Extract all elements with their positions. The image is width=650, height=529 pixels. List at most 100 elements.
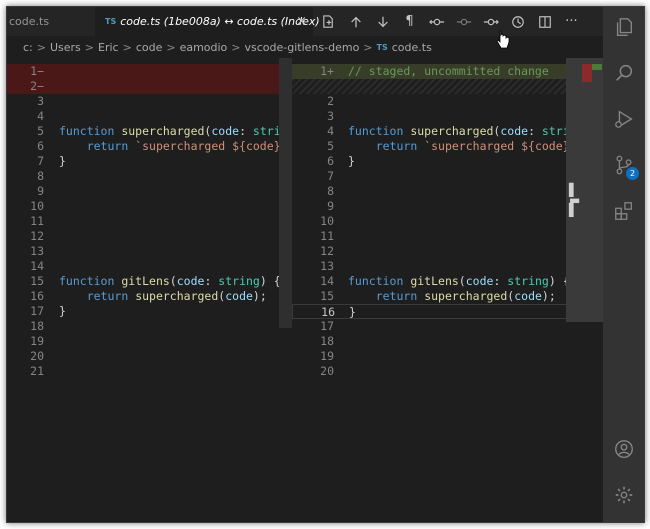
chevron-right-icon: > bbox=[122, 40, 132, 54]
code-line[interactable]: 11 bbox=[292, 229, 603, 244]
code-line[interactable]: 20 bbox=[292, 364, 603, 379]
code-line[interactable]: 19 bbox=[292, 349, 603, 364]
code-line[interactable]: 2 bbox=[292, 94, 603, 109]
code-line[interactable]: 7} bbox=[7, 154, 292, 169]
code-line[interactable]: 15 function gitLens(code: string) { bbox=[7, 274, 292, 289]
line-number: 21 bbox=[30, 364, 44, 378]
chevron-right-icon: > bbox=[231, 40, 241, 54]
split-editor-icon[interactable] bbox=[531, 7, 558, 36]
line-number: 4 bbox=[37, 109, 44, 123]
breadcrumb-item[interactable]: code bbox=[136, 41, 163, 54]
line-number: 8 bbox=[37, 169, 44, 183]
line-code: return `supercharged ${code}`; bbox=[375, 139, 584, 153]
code-line[interactable]: 6 return `supercharged ${code}`; bbox=[7, 139, 292, 154]
line-number: 1− bbox=[30, 64, 44, 78]
code-line[interactable]: 20 bbox=[7, 349, 292, 364]
breadcrumb-item[interactable]: c: bbox=[23, 41, 33, 54]
pilcrow-icon[interactable]: ¶ bbox=[396, 7, 423, 36]
line-number: 2− bbox=[30, 79, 44, 93]
code-line[interactable]: 3 bbox=[292, 109, 603, 124]
line-number: 2 bbox=[327, 94, 334, 108]
code-line[interactable]: 5 return `supercharged ${code}`; bbox=[292, 139, 603, 154]
line-code: return supercharged(code); bbox=[86, 289, 267, 303]
open-file-icon[interactable] bbox=[315, 7, 342, 36]
line-number: 5 bbox=[37, 124, 44, 138]
breadcrumb-item[interactable]: eamodio bbox=[180, 41, 228, 54]
code-line[interactable]: 15 return supercharged(code); bbox=[292, 289, 603, 304]
arrow-up-icon[interactable] bbox=[342, 7, 369, 36]
line-number: 1+ bbox=[320, 64, 334, 78]
code-line[interactable]: 16} bbox=[292, 304, 603, 319]
code-line[interactable]: 8 bbox=[292, 184, 603, 199]
code-line[interactable]: 17 bbox=[292, 319, 603, 334]
line-number: 6 bbox=[37, 139, 44, 153]
code-line[interactable]: 21 bbox=[7, 364, 292, 379]
breadcrumb-item[interactable]: Users bbox=[50, 41, 81, 54]
code-line[interactable]: 16 return supercharged(code); bbox=[7, 289, 292, 304]
git-commit-icon[interactable] bbox=[423, 7, 450, 36]
arrow-down-icon[interactable] bbox=[369, 7, 396, 36]
explorer-icon[interactable] bbox=[603, 7, 644, 47]
account-icon[interactable] bbox=[603, 429, 644, 469]
code-line[interactable]: 6} bbox=[292, 154, 603, 169]
tab-bar: code.ts TS code.ts (1be008a) ↔ code.ts (… bbox=[7, 7, 603, 36]
line-number: 16 bbox=[321, 305, 335, 319]
code-line[interactable]: 14 bbox=[7, 259, 292, 274]
close-icon[interactable]: × bbox=[296, 14, 307, 29]
settings-gear-icon[interactable] bbox=[603, 475, 644, 515]
code-line[interactable]: 2− bbox=[7, 79, 292, 94]
line-number: 14 bbox=[30, 259, 44, 273]
line-code: } bbox=[59, 154, 66, 168]
breadcrumb-file[interactable]: code.ts bbox=[392, 41, 432, 54]
scroll-position-marker: ▌ ▬ ▌ bbox=[569, 183, 581, 217]
breadcrumb-item[interactable]: vscode-gitlens-demo bbox=[245, 41, 360, 54]
code-line[interactable]: 12 bbox=[292, 244, 603, 259]
line-number: 11 bbox=[320, 229, 334, 243]
code-line[interactable]: 12 bbox=[7, 229, 292, 244]
code-line[interactable]: 5 function supercharged(code: string bbox=[7, 124, 292, 139]
line-number: 18 bbox=[30, 319, 44, 333]
line-number: 13 bbox=[30, 244, 44, 258]
code-line[interactable]: 9 bbox=[292, 199, 603, 214]
chevron-right-icon: > bbox=[36, 40, 46, 54]
code-line[interactable]: 3 bbox=[7, 94, 292, 109]
line-code: } bbox=[59, 304, 66, 318]
vscode-window: code.ts TS code.ts (1be008a) ↔ code.ts (… bbox=[6, 6, 645, 523]
line-number: 18 bbox=[320, 334, 334, 348]
code-line[interactable]: 10 bbox=[7, 199, 292, 214]
code-line[interactable]: 17} bbox=[7, 304, 292, 319]
tab-diff-code-ts[interactable]: TS code.ts (1be008a) ↔ code.ts (Index) × bbox=[95, 7, 320, 36]
line-code: function gitLens(code: string) { bbox=[348, 274, 570, 288]
diff-editor-modified[interactable]: 1+ // staged, uncommitted change 2 3 4 functi… bbox=[292, 58, 603, 522]
code-line[interactable]: 10 bbox=[292, 214, 603, 229]
code-line[interactable]: 18 bbox=[292, 334, 603, 349]
code-line[interactable]: 11 bbox=[7, 214, 292, 229]
code-line[interactable]: 14 function gitLens(code: string) { bbox=[292, 274, 603, 289]
code-line[interactable]: 7 bbox=[292, 169, 603, 184]
code-line[interactable]: 18 bbox=[7, 319, 292, 334]
scrollbar-left[interactable] bbox=[279, 58, 292, 328]
code-line[interactable]: 4 function supercharged(code: string bbox=[292, 124, 603, 139]
search-icon[interactable] bbox=[603, 53, 644, 93]
extensions-icon[interactable] bbox=[603, 191, 644, 231]
more-icon[interactable]: ··· bbox=[558, 7, 585, 36]
line-number: 11 bbox=[30, 214, 44, 228]
code-line[interactable]: 8 bbox=[7, 169, 292, 184]
tab-code-ts[interactable]: code.ts bbox=[7, 7, 97, 36]
code-line[interactable]: 1+ // staged, uncommitted change bbox=[292, 64, 603, 79]
code-line[interactable]: 13 bbox=[292, 259, 603, 274]
code-line[interactable] bbox=[292, 79, 603, 94]
code-line[interactable]: 4 bbox=[7, 109, 292, 124]
line-number: 19 bbox=[30, 334, 44, 348]
code-line[interactable]: 1− bbox=[7, 64, 292, 79]
code-line[interactable]: 13 bbox=[7, 244, 292, 259]
breadcrumb-item[interactable]: Eric bbox=[98, 41, 119, 54]
diff-editor-original[interactable]: 1− 2− 3 4 5 function supercharged(code: strin… bbox=[7, 58, 292, 522]
source-control-icon[interactable]: 2 bbox=[603, 145, 644, 185]
code-line[interactable]: 9 bbox=[7, 184, 292, 199]
code-line[interactable]: 19 bbox=[7, 334, 292, 349]
run-debug-icon[interactable] bbox=[603, 99, 644, 139]
line-number: 7 bbox=[327, 169, 334, 183]
git-commit-dim-icon[interactable] bbox=[450, 7, 477, 36]
line-number: 14 bbox=[320, 274, 334, 288]
